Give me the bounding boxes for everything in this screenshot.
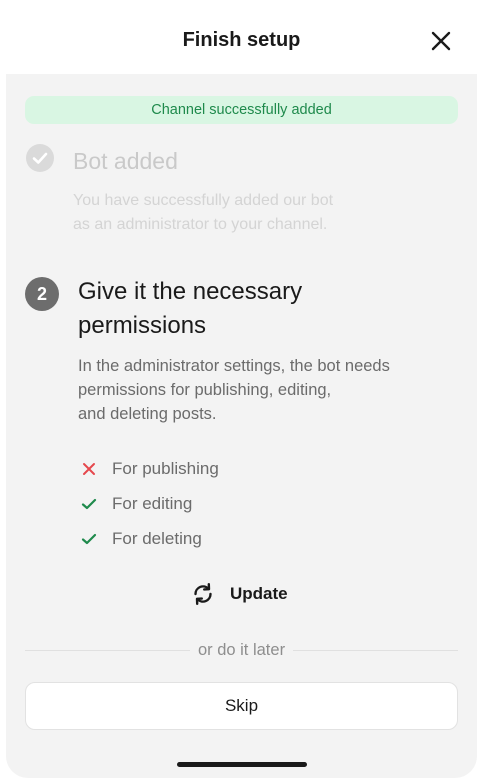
- step1-description: You have successfully added our bot as a…: [73, 192, 334, 233]
- permission-editing: For editing: [80, 492, 192, 516]
- update-label: Update: [230, 584, 288, 603]
- step2-number-badge: 2: [25, 277, 59, 311]
- home-indicator: [177, 762, 307, 767]
- permission-deleting: For deleting: [80, 527, 202, 551]
- step1-title: Bot added: [73, 148, 178, 174]
- close-icon[interactable]: [430, 30, 452, 52]
- close-button[interactable]: [426, 26, 456, 56]
- skip-button[interactable]: Skip: [25, 682, 458, 730]
- permission-label: For deleting: [112, 529, 202, 548]
- update-button[interactable]: Update: [190, 579, 288, 609]
- check-icon: [80, 530, 98, 548]
- divider-line: [25, 649, 190, 651]
- check-icon: [80, 495, 98, 513]
- divider-line: [293, 649, 458, 651]
- setup-sheet: Channel successfully added Bot added You…: [6, 74, 477, 778]
- permission-publishing: For publishing: [80, 457, 219, 481]
- refresh-icon[interactable]: [190, 581, 216, 607]
- cross-icon: [80, 460, 98, 478]
- page-title: Finish setup: [182, 29, 301, 51]
- success-banner: Channel successfully added: [25, 96, 458, 124]
- header: Finish setup: [0, 0, 483, 78]
- permission-label: For editing: [112, 494, 193, 513]
- permission-label: For publishing: [112, 459, 219, 478]
- step2-title: Give it the necessary permissions: [78, 278, 303, 339]
- step2-description: In the administrator settings, the bot n…: [78, 357, 390, 423]
- divider-text: or do it later: [197, 640, 286, 659]
- check-circle-icon: [25, 143, 55, 173]
- divider: or do it later: [25, 640, 458, 660]
